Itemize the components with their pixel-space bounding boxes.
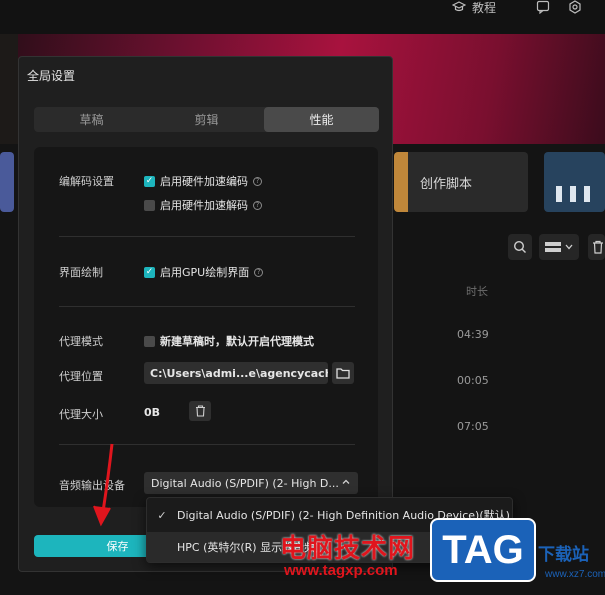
tutorial-link[interactable]: 教程 xyxy=(452,0,497,15)
checkbox-unchecked-icon xyxy=(144,335,155,347)
top-bar: 教程 xyxy=(0,0,605,34)
thumb-figure xyxy=(570,186,576,202)
proxy-size-label: 代理大小 xyxy=(59,408,103,421)
gpu-render-checkbox[interactable]: ✓ 启用GPU绘制界面 ? xyxy=(144,264,264,280)
delete-button[interactable] xyxy=(588,234,605,260)
chevron-down-icon xyxy=(565,244,573,250)
banner-edge xyxy=(0,34,18,144)
global-settings-dialog: 全局设置 草稿 剪辑 性能 编解码设置 ✓ 启用硬件加速编码 ? 启用硬件加速解… xyxy=(18,56,393,572)
divider xyxy=(59,236,355,237)
feature-card[interactable] xyxy=(0,152,14,212)
watermark-site-label: 下载站 xyxy=(538,545,589,565)
tab-editing[interactable]: 剪辑 xyxy=(149,107,264,132)
thumb-figure xyxy=(556,186,562,202)
render-settings-label: 界面绘制 xyxy=(59,266,103,279)
trash-icon xyxy=(593,240,603,254)
watermark: 电脑技术网 www.tagxp.com TAG 下载站 www.xz7.com xyxy=(270,508,605,595)
help-icon[interactable]: ? xyxy=(254,267,264,277)
tab-drafts[interactable]: 草稿 xyxy=(34,107,149,132)
check-icon: ✓ xyxy=(157,508,167,522)
script-card-thumb xyxy=(394,152,408,212)
hw-decode-label: 启用硬件加速解码 xyxy=(160,199,248,212)
proxy-mode-label: 代理模式 xyxy=(59,335,103,348)
row-duration: 00:05 xyxy=(457,374,489,387)
list-view-icon xyxy=(545,242,561,252)
proxy-size-value: 0B xyxy=(144,406,161,419)
settings-tabs: 草稿 剪辑 性能 xyxy=(34,107,379,132)
red-arrow-annotation xyxy=(93,443,114,527)
gear-icon[interactable] xyxy=(568,0,582,14)
dialog-title: 全局设置 xyxy=(27,69,76,83)
checkbox-unchecked-icon xyxy=(144,199,155,211)
watermark-site-url: www.xz7.com xyxy=(545,569,605,580)
graduation-cap-icon xyxy=(452,1,466,12)
proxy-mode-checkbox[interactable]: 新建草稿时，默认开启代理模式 xyxy=(144,333,314,349)
proxy-location-field[interactable]: C:\Users\admi...e\agencycache xyxy=(144,362,328,384)
message-icon[interactable] xyxy=(536,0,550,14)
checkbox-checked-icon: ✓ xyxy=(144,175,155,187)
performance-panel: 编解码设置 ✓ 启用硬件加速编码 ? 启用硬件加速解码 ? 界面绘制 ✓ 启用G… xyxy=(34,147,378,507)
help-icon[interactable]: ? xyxy=(253,200,262,210)
hw-encode-label: 启用硬件加速编码 xyxy=(160,175,248,188)
codec-settings-label: 编解码设置 xyxy=(59,175,114,188)
thumb-figure xyxy=(584,186,590,202)
row-duration: 04:39 xyxy=(457,328,489,341)
duration-column-header: 时长 xyxy=(466,285,488,298)
folder-icon xyxy=(336,368,350,379)
watermark-tag-logo: TAG xyxy=(430,518,536,582)
divider xyxy=(59,306,355,307)
audio-output-select[interactable]: Digital Audio (S/PDIF) (2- High D... xyxy=(144,472,358,494)
hw-decode-checkbox[interactable]: 启用硬件加速解码 ? xyxy=(144,197,262,213)
tab-performance[interactable]: 性能 xyxy=(264,107,379,132)
search-button[interactable] xyxy=(508,234,532,260)
watermark-url: www.tagxp.com xyxy=(284,562,398,579)
script-card[interactable]: 创作脚本 xyxy=(394,152,528,212)
help-icon[interactable]: ? xyxy=(253,176,262,186)
search-icon xyxy=(513,240,526,253)
chevron-up-icon xyxy=(342,479,350,484)
hw-encode-checkbox[interactable]: ✓ 启用硬件加速编码 ? xyxy=(144,173,262,189)
clear-proxy-button[interactable] xyxy=(189,401,211,421)
gpu-render-label: 启用GPU绘制界面 xyxy=(160,266,250,279)
script-card-label: 创作脚本 xyxy=(420,177,473,192)
browse-folder-button[interactable] xyxy=(332,362,354,384)
proxy-mode-option-label: 新建草稿时，默认开启代理模式 xyxy=(160,335,314,348)
trash-icon xyxy=(195,405,205,417)
view-mode-button[interactable] xyxy=(539,234,579,260)
watermark-cn-text: 电脑技术网 xyxy=(280,534,416,564)
checkbox-checked-icon: ✓ xyxy=(144,266,155,278)
audio-output-selected: Digital Audio (S/PDIF) (2- High D... xyxy=(151,476,339,490)
template-card[interactable] xyxy=(544,152,605,212)
row-duration: 07:05 xyxy=(457,420,489,433)
proxy-location-label: 代理位置 xyxy=(59,370,103,383)
tutorial-label: 教程 xyxy=(472,0,497,15)
